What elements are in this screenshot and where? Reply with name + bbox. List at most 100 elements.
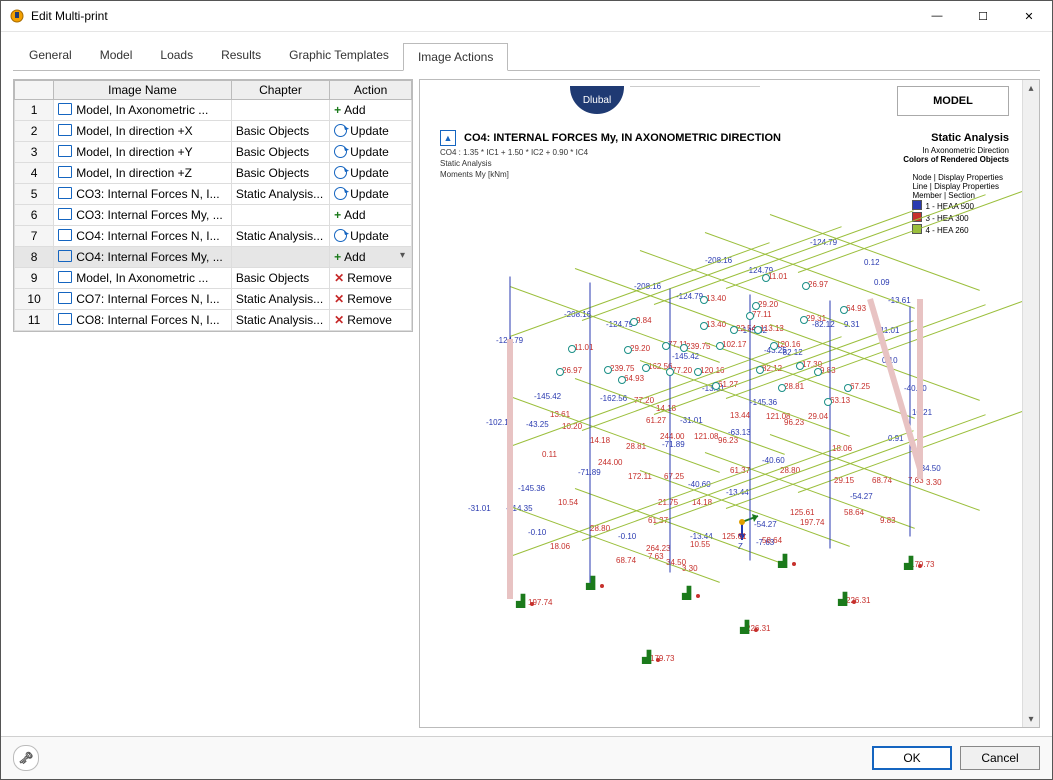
chevron-down-icon[interactable]: ▾ — [400, 250, 407, 261]
sub2: Moments My [kNm] — [440, 170, 588, 179]
support-icon: ▟ — [838, 592, 847, 606]
minimize-button[interactable]: — — [914, 1, 960, 31]
update-icon — [334, 187, 347, 200]
combo-text: CO4 : 1.35 * IC1 + 1.50 * IC2 + 0.90 * I… — [440, 148, 588, 157]
value-label: -43.25 — [526, 420, 549, 429]
section-title: CO4: INTERNAL FORCES My, IN AXONOMETRIC … — [464, 132, 931, 144]
value-label: 68.74 — [616, 556, 636, 565]
colors-text: Colors of Rendered Objects — [903, 155, 1009, 164]
brand-logo: Dlubal — [570, 86, 624, 114]
help-icon[interactable]: 🗝 — [13, 745, 39, 771]
add-icon: + — [334, 208, 341, 222]
table-row[interactable]: 5CO3: Internal Forces N, I...Static Anal… — [15, 184, 412, 205]
value-label: 14.18 — [590, 436, 610, 445]
scroll-down-icon[interactable]: ▾ — [1023, 711, 1039, 727]
col-action[interactable]: Action — [330, 81, 412, 100]
ok-button[interactable]: OK — [872, 746, 952, 770]
image-icon — [58, 103, 72, 115]
value-label: -71.89 — [662, 440, 685, 449]
image-icon — [58, 250, 72, 262]
table-row[interactable]: 1Model, In Axonometric ...+Add — [15, 100, 412, 121]
support-icon: ▟ — [516, 594, 525, 608]
structural-view: Z -124.790.12-208.16-124.79-208.16-124.7… — [450, 236, 999, 711]
value-label: 11.01 — [574, 343, 593, 352]
preview-scrollbar[interactable]: ▴ ▾ — [1022, 80, 1039, 727]
value-label: 63.13 — [830, 396, 850, 405]
value-label: 0.12 — [864, 258, 880, 267]
value-label: 244.00 — [598, 458, 622, 467]
value-label: -145.42 — [534, 392, 561, 401]
sub1: Static Analysis — [440, 159, 588, 168]
table-row[interactable]: 7CO4: Internal Forces N, I...Static Anal… — [15, 226, 412, 247]
table-row[interactable]: 10CO7: Internal Forces N, I...Static Ana… — [15, 289, 412, 310]
image-icon — [58, 208, 72, 220]
remove-icon: ✕ — [334, 313, 344, 327]
scroll-up-icon[interactable]: ▴ — [1023, 80, 1039, 96]
support-icon: ▟ — [904, 556, 913, 570]
tab-image-actions[interactable]: Image Actions — [403, 43, 508, 71]
value-label: 29.20 — [758, 300, 778, 309]
image-icon — [58, 124, 72, 136]
cancel-button[interactable]: Cancel — [960, 746, 1040, 770]
value-label: 29.04 — [808, 412, 828, 421]
image-icon — [58, 229, 72, 241]
value-label: 197.74 — [800, 518, 824, 527]
value-label: 179.73 — [910, 560, 934, 569]
support-icon: ▟ — [642, 650, 651, 664]
table-row[interactable]: 3Model, In direction +YBasic ObjectsUpda… — [15, 142, 412, 163]
value-label: 125.61 — [722, 532, 746, 541]
update-icon — [334, 229, 347, 242]
window-title: Edit Multi-print — [31, 9, 914, 23]
value-label: -0.10 — [528, 528, 546, 537]
tab-graphic-templates[interactable]: Graphic Templates — [275, 42, 403, 70]
tab-loads[interactable]: Loads — [146, 42, 207, 70]
support-icon: ▟ — [586, 576, 595, 590]
table-row[interactable]: 8CO4: Internal Forces My, ...+Add▾ — [15, 247, 412, 268]
close-button[interactable]: ✕ — [1006, 1, 1052, 31]
value-label: 179.73 — [650, 654, 674, 663]
value-label: 10.54 — [558, 498, 578, 507]
value-label: 10.55 — [690, 540, 710, 549]
table-row[interactable]: 4Model, In direction +ZBasic ObjectsUpda… — [15, 163, 412, 184]
value-label: 102.17 — [722, 340, 746, 349]
image-icon — [58, 187, 72, 199]
value-label: -54.27 — [850, 492, 873, 501]
table-row[interactable]: 2Model, In direction +XBasic ObjectsUpda… — [15, 121, 412, 142]
value-label: 67.25 — [850, 382, 870, 391]
value-label: 64.93 — [624, 374, 644, 383]
image-actions-table[interactable]: Image Name Chapter Action 1Model, In Axo… — [13, 79, 413, 332]
table-row[interactable]: 9Model, In Axonometric ...Basic Objects✕… — [15, 268, 412, 289]
value-label: -82.12 — [780, 348, 803, 357]
tab-results[interactable]: Results — [207, 42, 275, 70]
value-label: 58.64 — [762, 536, 782, 545]
value-label: 11.01 — [768, 272, 787, 281]
value-label: 239.75 — [610, 364, 634, 373]
value-label: 28.81 — [784, 382, 804, 391]
support-icon: ▟ — [740, 620, 749, 634]
tab-strip: GeneralModelLoadsResultsGraphic Template… — [1, 32, 1052, 70]
value-label: 9.84 — [636, 316, 652, 325]
value-label: 264.23 — [646, 544, 670, 553]
col-chapter[interactable]: Chapter — [231, 81, 329, 100]
value-label: 64.93 — [846, 304, 866, 313]
value-label: 0.09 — [874, 278, 890, 287]
direction-text: In Axonometric Direction — [903, 146, 1009, 155]
collapse-icon[interactable]: ▲ — [440, 130, 456, 146]
table-row[interactable]: 11CO8: Internal Forces N, I...Static Ana… — [15, 310, 412, 331]
maximize-button[interactable]: ☐ — [960, 1, 1006, 31]
value-label: 29.20 — [630, 344, 650, 353]
value-label: 77.11 — [752, 310, 771, 319]
dialog-footer: 🗝 OK Cancel — [1, 736, 1052, 779]
image-icon — [58, 292, 72, 304]
tab-model[interactable]: Model — [86, 42, 147, 70]
add-icon: + — [334, 103, 341, 117]
table-row[interactable]: 6CO3: Internal Forces My, ...+Add — [15, 205, 412, 226]
value-label: 96.23 — [718, 436, 738, 445]
value-label: 226.31 — [846, 596, 870, 605]
image-icon — [58, 145, 72, 157]
value-label: 26.97 — [808, 280, 828, 289]
col-image-name[interactable]: Image Name — [54, 81, 232, 100]
tab-general[interactable]: General — [15, 42, 86, 70]
value-label: 13.40 — [706, 294, 726, 303]
image-icon — [58, 313, 72, 325]
